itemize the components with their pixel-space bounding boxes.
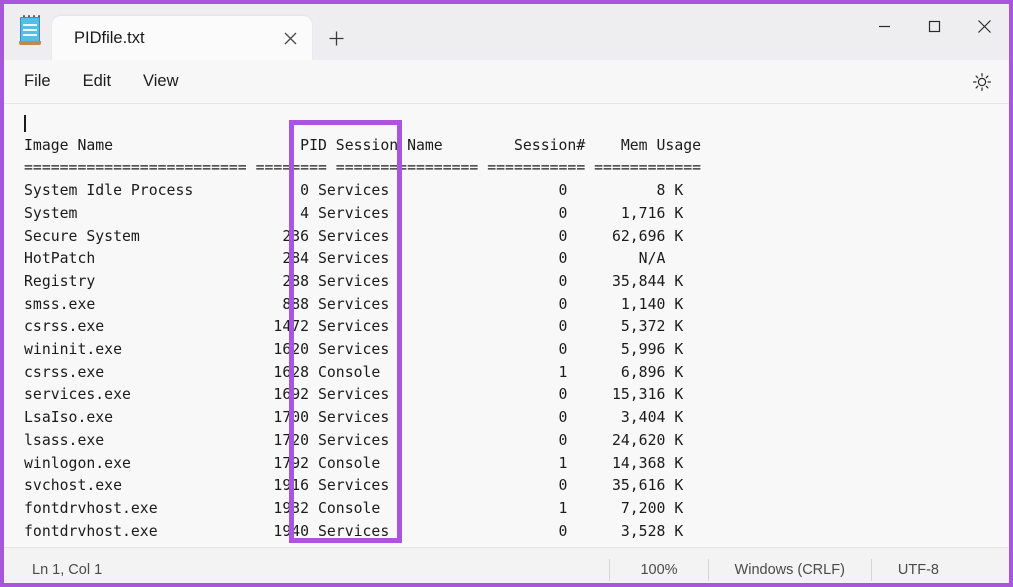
minimize-icon[interactable] bbox=[859, 4, 909, 48]
gear-icon[interactable] bbox=[967, 67, 997, 97]
notepad-icon bbox=[14, 14, 48, 50]
tab-pidfile[interactable]: PIDfile.txt bbox=[52, 16, 312, 60]
title-bar: PIDfile.txt bbox=[4, 4, 1009, 60]
cursor-position: Ln 1, Col 1 bbox=[32, 562, 102, 578]
notepad-window: PIDfile.txt bbox=[0, 0, 1013, 587]
close-icon[interactable] bbox=[959, 4, 1009, 48]
encoding[interactable]: UTF-8 bbox=[871, 559, 1009, 581]
line-ending[interactable]: Windows (CRLF) bbox=[708, 559, 871, 581]
status-right-group: 100% Windows (CRLF) UTF-8 bbox=[609, 548, 1009, 587]
close-icon[interactable] bbox=[276, 24, 304, 52]
menu-item-edit[interactable]: Edit bbox=[71, 67, 123, 96]
menu-item-file[interactable]: File bbox=[12, 67, 63, 96]
editor-content[interactable]: Image Name PID Session Name Session# Mem… bbox=[24, 112, 701, 543]
status-bar: Ln 1, Col 1 100% Windows (CRLF) UTF-8 bbox=[4, 547, 1009, 587]
maximize-icon[interactable] bbox=[909, 4, 959, 48]
window-controls bbox=[859, 4, 1009, 48]
zoom-level[interactable]: 100% bbox=[609, 559, 707, 581]
tab-label: PIDfile.txt bbox=[74, 29, 276, 48]
plus-icon[interactable] bbox=[314, 16, 358, 60]
menu-bar: File Edit View bbox=[4, 60, 1009, 104]
menu-item-view[interactable]: View bbox=[131, 67, 190, 96]
text-editor[interactable]: Image Name PID Session Name Session# Mem… bbox=[4, 104, 1009, 547]
tab-strip: PIDfile.txt bbox=[52, 4, 358, 60]
